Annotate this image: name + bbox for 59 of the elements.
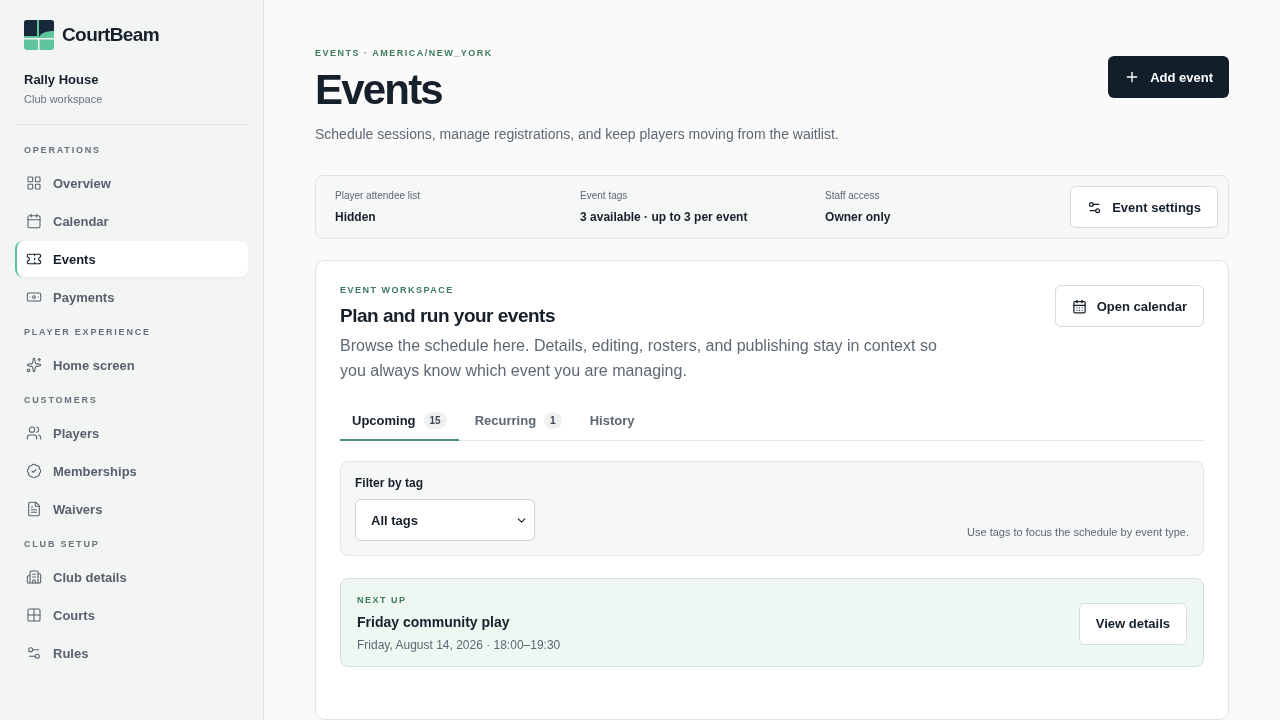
tab[interactable]: Recurring 1 bbox=[462, 401, 574, 441]
nav-section-heading: CUSTOMERS bbox=[23, 395, 99, 407]
workspace-eyebrow: EVENT WORKSPACE bbox=[340, 285, 455, 295]
nav-item[interactable]: Players bbox=[15, 415, 248, 451]
view-details-button[interactable]: View details bbox=[1078, 602, 1187, 645]
nav-item[interactable]: Memberships bbox=[15, 453, 248, 489]
nav-item[interactable]: Home screen bbox=[15, 347, 248, 383]
summary-value: 3 available · up to 3 per event bbox=[580, 210, 749, 224]
nav-section-heading: PLAYER EXPERIENCE bbox=[23, 327, 152, 339]
filter-hint: Use tags to focus the schedule by event type. bbox=[967, 526, 1189, 538]
nav-section-heading: CLUB SETUP bbox=[23, 539, 101, 551]
nav-icon bbox=[26, 289, 42, 305]
nav-icon bbox=[26, 607, 42, 623]
event-time: Friday, August 14, 2026 · 18:00–19:30 bbox=[357, 638, 561, 652]
summary-value: Hidden bbox=[335, 210, 377, 224]
nav-item[interactable]: Waivers bbox=[15, 491, 248, 527]
summary-label: Event tags bbox=[580, 190, 629, 201]
summary-value: Owner only bbox=[825, 210, 892, 224]
nav-icon bbox=[26, 175, 42, 191]
nav-item[interactable]: Calendar bbox=[15, 203, 248, 239]
tab[interactable]: Upcoming 15 bbox=[340, 401, 459, 441]
brand-name: CourtBeam bbox=[62, 24, 159, 46]
nav-icon bbox=[26, 357, 42, 373]
event-settings-button[interactable]: Event settings bbox=[1070, 186, 1218, 228]
nav-icon bbox=[26, 213, 42, 229]
summary-label: Player attendee list bbox=[335, 190, 422, 201]
logo-icon bbox=[24, 20, 54, 50]
page-eyebrow: EVENTS · AMERICA/NEW_YORK bbox=[315, 48, 494, 58]
open-calendar-button[interactable]: Open calendar bbox=[1054, 285, 1204, 327]
nav-item[interactable]: Courts bbox=[15, 597, 248, 633]
tab[interactable]: History bbox=[577, 401, 647, 441]
tab-count: 15 bbox=[423, 411, 447, 429]
page-description: Schedule sessions, manage registrations, and keep players moving from the waitlist. bbox=[315, 126, 839, 142]
next-up-eyebrow: NEXT UP bbox=[357, 595, 408, 605]
filter-label: Filter by tag bbox=[355, 476, 424, 490]
tag-select[interactable]: All tags bbox=[355, 499, 535, 541]
calendar-icon bbox=[1071, 298, 1087, 314]
page-title: Events bbox=[315, 66, 443, 114]
event-title: Friday community play bbox=[357, 614, 511, 630]
club-subtitle: Club workspace bbox=[24, 93, 104, 105]
nav-icon bbox=[26, 425, 42, 441]
summary-label: Staff access bbox=[825, 190, 881, 201]
add-event-button[interactable]: Add event bbox=[1108, 56, 1229, 98]
nav-section-heading: OPERATIONS bbox=[23, 145, 102, 157]
nav-item[interactable]: Overview bbox=[15, 165, 248, 201]
nav-item[interactable]: Rules bbox=[15, 635, 248, 671]
workspace-title: Plan and run your events bbox=[340, 305, 556, 327]
nav-icon bbox=[26, 569, 42, 585]
nav-icon bbox=[26, 251, 42, 267]
workspace-description: Browse the schedule here. Details, editing, rosters, and publishing stay in context so you always know which event you are managing. bbox=[340, 336, 938, 381]
nav-icon bbox=[26, 501, 42, 517]
nav-item[interactable]: Club details bbox=[15, 559, 248, 595]
club-name: Rally House bbox=[24, 72, 100, 87]
nav-icon bbox=[26, 645, 42, 661]
nav-item[interactable]: Payments bbox=[15, 279, 248, 315]
nav-icon bbox=[26, 463, 42, 479]
nav-item[interactable]: Events bbox=[15, 241, 248, 277]
tab-count: 1 bbox=[544, 411, 562, 429]
settings-icon bbox=[1087, 199, 1103, 215]
